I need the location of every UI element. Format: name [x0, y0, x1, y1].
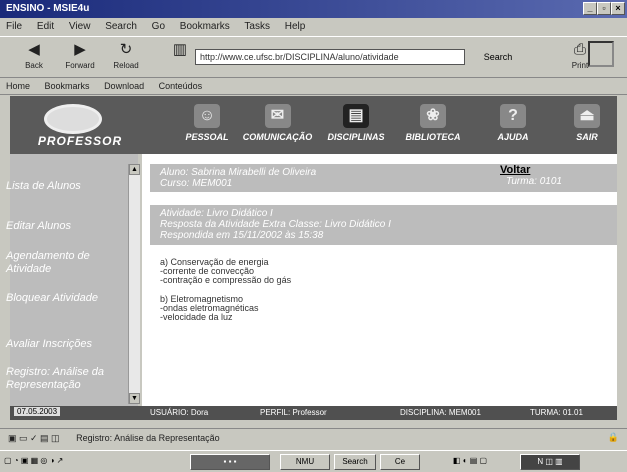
scroll-down-icon[interactable]: ▼ — [129, 393, 140, 404]
nav-disciplinas[interactable]: ▤ DISCIPLINAS — [320, 104, 392, 142]
back-arrow-icon: ◀ — [28, 41, 40, 58]
answer-line: -contração e compressão do gás — [160, 275, 292, 285]
bookmark-icon: ▥ — [172, 41, 188, 58]
activity-info: Atividade: Livro Didático I Resposta da … — [150, 205, 617, 245]
menu-help[interactable]: Help — [285, 21, 306, 32]
activity-answered-date: Respondida em 15/11/2002 às 15:38 — [160, 230, 324, 241]
logo-text: PROFESSOR — [37, 134, 123, 148]
menu-bar: File Edit View Search Go Bookmarks Tasks… — [0, 18, 627, 36]
taskbar-active-window[interactable]: ▪ ▪ ▪ — [190, 454, 270, 470]
taskbar-item-nmu[interactable]: NMU — [280, 454, 330, 470]
menu-bookmarks[interactable]: Bookmarks — [180, 21, 230, 32]
sidebar-item-bloquear[interactable]: Bloquear Atividade — [6, 292, 116, 305]
nav-ajuda-label: AJUDA — [497, 132, 529, 142]
taskbar-item-search[interactable]: Search — [334, 454, 376, 470]
reload-label: Reload — [113, 61, 139, 70]
nav-biblioteca-label: BIBLIOTECA — [405, 132, 461, 142]
window-title: ENSINO - MSIE4u — [6, 3, 90, 14]
reload-button[interactable]: ↻ Reload — [106, 39, 146, 70]
minimize-button[interactable]: _ — [583, 2, 597, 15]
exit-icon: ⏏ — [574, 104, 600, 128]
sidebar-item-registro[interactable]: Registro: Análise da Representação — [6, 366, 124, 392]
sidebar-scrollbar[interactable]: ▲ ▼ — [128, 164, 140, 404]
links-bar: Home Bookmarks Download Conteúdos — [0, 79, 627, 95]
back-button[interactable]: ◀ Back — [14, 39, 54, 70]
nav-comunicacao[interactable]: ✉ COMUNICAÇÃO — [235, 104, 320, 142]
maximize-button[interactable]: ▫ — [597, 2, 611, 15]
answer-line: -velocidade da luz — [160, 312, 233, 322]
user-label: USUÁRIO: Dora — [150, 408, 209, 417]
activity-title: Atividade: Livro Didático I — [160, 208, 273, 219]
menu-view[interactable]: View — [69, 21, 91, 32]
nav-pessoal[interactable]: ☺ PESSOAL — [182, 104, 232, 142]
session-info-bar: 07.05.2003 USUÁRIO: Dora PERFIL: Profess… — [10, 406, 617, 420]
menu-search[interactable]: Search — [105, 21, 137, 32]
menu-go[interactable]: Go — [152, 21, 165, 32]
tray-clock-icon: N ◫ ▥ — [520, 454, 580, 470]
forward-arrow-icon: ▶ — [74, 41, 86, 58]
library-icon: ❀ — [420, 104, 446, 128]
window-title-bar: ENSINO - MSIE4u _ ▫ × — [0, 0, 627, 18]
bookmark-button[interactable]: ▥ — [160, 39, 200, 61]
class-label: TURMA: 01.01 — [530, 408, 583, 417]
link-conteudos[interactable]: Conteúdos — [159, 81, 203, 91]
tray-icons[interactable]: ◧ ◐ ▤ ▢ — [430, 454, 510, 470]
nav-ajuda[interactable]: ? AJUDA — [488, 104, 538, 142]
forward-button[interactable]: ▶ Forward — [60, 39, 100, 70]
communication-icon: ✉ — [264, 104, 291, 128]
menu-tasks[interactable]: Tasks — [244, 21, 270, 32]
person-icon: ☺ — [194, 104, 220, 128]
menu-edit[interactable]: Edit — [37, 21, 54, 32]
sidebar-item-lista-alunos[interactable]: Lista de Alunos — [6, 180, 124, 193]
close-button[interactable]: × — [611, 2, 625, 15]
sidebar-item-agendamento[interactable]: Agendamento de Atividade — [6, 250, 124, 276]
reload-icon: ↻ — [119, 41, 133, 58]
discipline-label: DISCIPLINA: MEM001 — [400, 408, 481, 417]
back-link[interactable]: Voltar — [500, 164, 530, 176]
profile-label: PERFIL: Professor — [260, 408, 327, 417]
class-code: Turma: 0101 — [506, 176, 562, 187]
search-button[interactable]: Search — [468, 48, 528, 66]
link-download[interactable]: Download — [104, 81, 144, 91]
print-label: Print — [571, 61, 589, 70]
answer-text: a) Conservação de energia -corrente de c… — [160, 258, 291, 322]
sidebar-item-editar-alunos[interactable]: Editar Alunos — [6, 220, 124, 233]
disciplines-icon: ▤ — [343, 104, 369, 128]
nav-sair[interactable]: ⏏ SAIR — [565, 104, 609, 142]
taskbar-item-ce[interactable]: Ce — [380, 454, 420, 470]
nav-pessoal-label: PESSOAL — [185, 132, 229, 142]
back-label: Back — [25, 61, 43, 70]
activity-response-title: Resposta da Atividade Extra Classe: Livr… — [160, 219, 391, 230]
nav-sair-label: SAIR — [576, 132, 598, 142]
status-text: Registro: Análise da Representação — [76, 433, 220, 443]
link-home[interactable]: Home — [6, 81, 30, 91]
professor-logo[interactable]: PROFESSOR — [20, 104, 140, 148]
forward-label: Forward — [65, 61, 95, 70]
help-icon: ? — [500, 104, 526, 128]
status-bar: ▣ ▭ ✓ ▤ ◫ Registro: Análise da Represent… — [0, 428, 627, 446]
current-date: 07.05.2003 — [14, 407, 61, 416]
print-icon: ⎙ — [573, 41, 586, 58]
address-bar[interactable]: http://www.ce.ufsc.br/DISCIPLINA/aluno/a… — [195, 49, 465, 65]
scroll-up-icon[interactable]: ▲ — [129, 164, 140, 175]
nav-comunicacao-label: COMUNICAÇÃO — [242, 132, 313, 142]
taskbar: ▢ ◔ ▣ ▦ ◎ ◑ ↗ ▪ ▪ ▪ NMU Search Ce ◧ ◐ ▤ … — [0, 450, 627, 472]
menu-file[interactable]: File — [6, 21, 22, 32]
quick-launch-icons[interactable]: ▢ ◔ ▣ ▦ ◎ ◑ ↗ — [4, 454, 154, 470]
throbber-icon — [588, 41, 614, 67]
nav-disciplinas-label: DISCIPLINAS — [327, 132, 385, 142]
nav-biblioteca[interactable]: ❀ BIBLIOTECA — [398, 104, 468, 142]
security-lock-icon: 🔒 — [607, 432, 619, 442]
logo-ring-icon — [44, 104, 102, 134]
link-bookmarks[interactable]: Bookmarks — [45, 81, 90, 91]
status-icons: ▣ ▭ ✓ ▤ ◫ — [8, 433, 60, 443]
sidebar-item-avaliar[interactable]: Avaliar Inscrições — [6, 338, 124, 351]
